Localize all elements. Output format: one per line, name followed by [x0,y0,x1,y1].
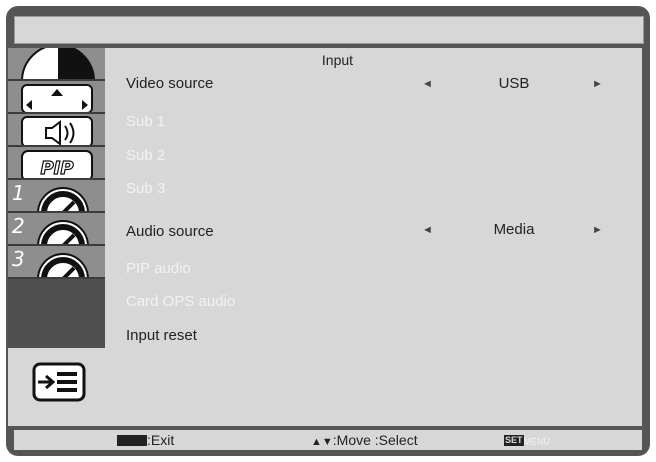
tab-advanced-2[interactable]: 2 [8,213,105,246]
row-label: Sub 2 [126,147,166,164]
audio-icon [21,116,93,145]
menu-row-audio-source[interactable]: Audio source ◄ Media ► [126,220,626,244]
row-label: Input reset [126,327,197,344]
pip-icon: PIP [21,150,93,179]
pip-icon-label: PIP [40,158,73,179]
right-arrow-icon[interactable]: ► [592,218,603,242]
menu-row-video-source[interactable]: Video source ◄ USB ► [126,72,626,96]
sidebar: PIP 1 2 3 [8,48,105,426]
menu-row-input-reset[interactable]: Input reset [126,324,626,348]
row-value: USB [498,75,530,92]
tab-advanced-3[interactable]: 3 [8,246,105,279]
tab-number: 2 [12,214,25,238]
left-arrow-icon[interactable]: ◄ [422,72,433,96]
menu-key-label: MENU [523,436,551,447]
screen-position-icon [21,84,93,112]
tab-pip[interactable]: PIP [8,147,105,180]
right-arrow-icon[interactable]: ► [592,72,603,96]
row-label: Card OPS audio [126,293,236,310]
row-label: Audio source [126,223,214,240]
move-select-hint: ▲▼:Move :Select [311,430,418,452]
tab-advanced-1[interactable]: 1 [8,180,105,213]
up-down-arrows-icon: ▲▼ [311,436,333,448]
menu-row-pip-audio: PIP audio [126,257,626,281]
tab-picture[interactable] [8,48,105,81]
row-label: Sub 1 [126,113,166,130]
title-bar [14,16,644,44]
set-key-icon: SET [504,434,524,446]
menu-row-sub-3: Sub 3 [126,177,626,201]
row-label: PIP audio [126,260,191,277]
menu-header: Input [321,52,354,68]
tab-number: 1 [12,181,25,205]
tab-number: 3 [12,247,25,271]
exit-hint-label: :Exit [147,432,175,448]
left-arrow-icon[interactable]: ◄ [422,218,433,242]
tab-audio[interactable] [8,114,105,147]
input-menu-panel: Input Video source ◄ USB ► Sub 1 Sub 2 S… [105,48,642,426]
tab-input[interactable] [8,348,105,426]
exit-key-icon [117,434,147,446]
set-menu-hint: SETMENU [504,430,550,451]
menu-row-card-ops-audio: Card OPS audio [126,290,626,314]
row-label: Sub 3 [126,180,166,197]
tab-screen[interactable] [8,81,105,114]
footer-hint-bar: :Exit ▲▼:Move :Select SETMENU [14,430,642,450]
exit-hint: :Exit [117,430,174,450]
menu-row-sub-1: Sub 1 [126,110,626,134]
move-select-label: :Move :Select [332,432,418,448]
row-value: Media [493,221,535,238]
picture-icon [21,48,95,79]
input-icon [32,362,86,402]
row-label: Video source [126,75,214,92]
menu-row-sub-2: Sub 2 [126,144,626,168]
